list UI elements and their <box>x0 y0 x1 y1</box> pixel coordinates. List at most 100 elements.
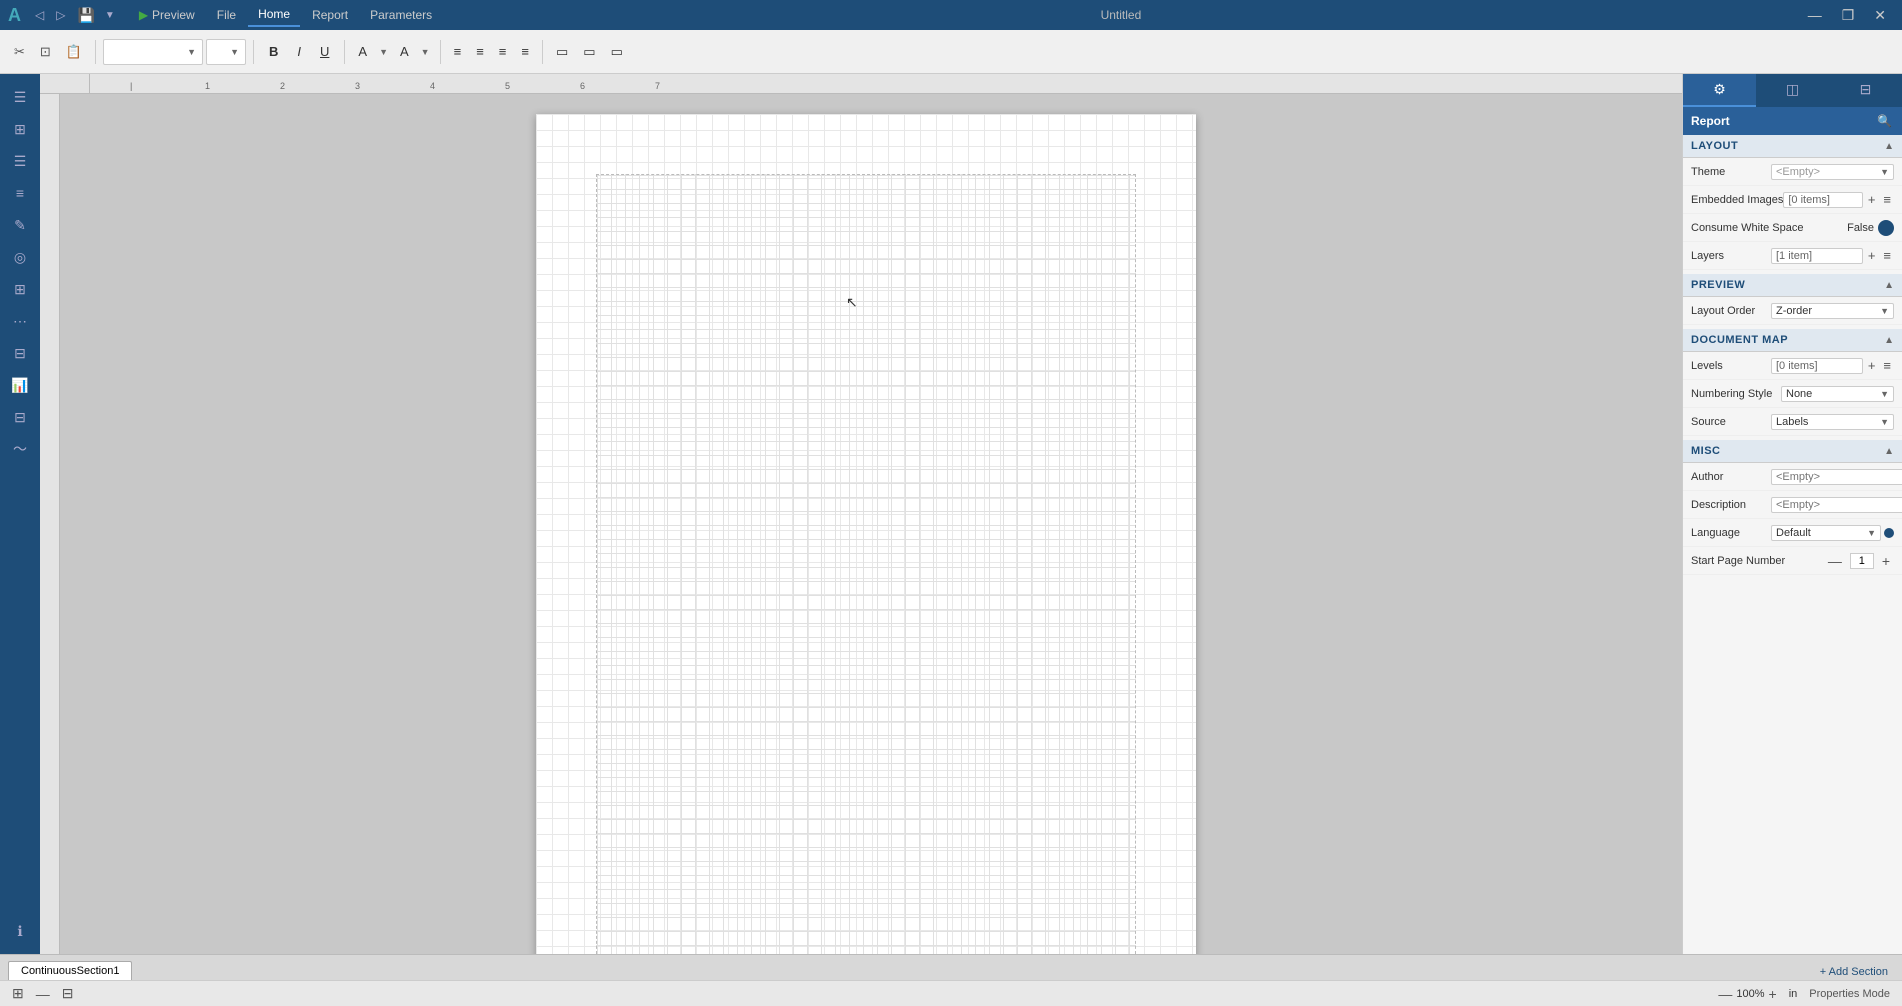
document-map-section-header[interactable]: DOCUMENT MAP ▲ <box>1683 329 1902 352</box>
embedded-images-value[interactable]: [0 items] <box>1783 192 1862 208</box>
embedded-images-add-btn[interactable]: + <box>1865 191 1879 208</box>
cut-btn[interactable]: ✂ <box>8 40 31 64</box>
grid-toggle-btn[interactable]: ⊞ <box>12 985 24 1002</box>
sidebar-dots-icon[interactable]: ⋯ <box>5 306 35 336</box>
consume-whitespace-toggle[interactable] <box>1878 220 1894 236</box>
sidebar-layers-icon[interactable]: ≡ <box>5 178 35 208</box>
align-right-btn[interactable]: ≡ <box>493 40 513 63</box>
language-dropdown[interactable]: Default ▼ <box>1771 525 1881 541</box>
zoom-out-btn[interactable]: — <box>1718 986 1732 1002</box>
align-distribute-btn[interactable]: ⊟ <box>62 985 74 1002</box>
misc-collapse-icon: ▲ <box>1884 446 1894 457</box>
page: ↖ <box>536 114 1196 954</box>
source-label: Source <box>1691 416 1771 428</box>
misc-section-title: MISC <box>1691 445 1721 457</box>
numbering-style-label: Numbering Style <box>1691 388 1781 400</box>
minimize-btn[interactable]: — <box>1800 5 1830 25</box>
language-status-dot <box>1884 528 1894 538</box>
sidebar-pencil-icon[interactable]: ✎ <box>5 210 35 240</box>
panel-content[interactable]: LAYOUT ▲ Theme <Empty> ▼ Embedded Images… <box>1683 135 1902 954</box>
nav-file[interactable]: File <box>207 3 246 27</box>
sidebar-minus-icon[interactable]: ⊟ <box>5 338 35 368</box>
align-left-btn[interactable]: ≡ <box>448 40 468 63</box>
zoom-level: 100% <box>1736 988 1764 1000</box>
highlight-btn[interactable]: A <box>394 40 415 63</box>
font-color-btn[interactable]: A <box>352 40 373 63</box>
layout-section-header[interactable]: LAYOUT ▲ <box>1683 135 1902 158</box>
sidebar-chart-icon[interactable]: 📊 <box>5 370 35 400</box>
start-page-number-label: Start Page Number <box>1691 555 1785 567</box>
misc-section-header[interactable]: MISC ▲ <box>1683 440 1902 463</box>
levels-add-btn[interactable]: + <box>1865 357 1879 374</box>
add-section-btn[interactable]: + Add Section <box>1814 964 1894 980</box>
ruler-mark-2: 2 <box>280 81 285 91</box>
author-input[interactable] <box>1771 469 1902 485</box>
preview-section-header[interactable]: PREVIEW ▲ <box>1683 274 1902 297</box>
layers-menu-btn[interactable]: ≡ <box>1880 247 1894 264</box>
nav-preview[interactable]: ▶ Preview <box>129 3 205 27</box>
save-dropdown-btn[interactable]: ▼ <box>103 8 117 23</box>
embedded-images-menu-btn[interactable]: ≡ <box>1880 191 1894 208</box>
levels-label: Levels <box>1691 360 1771 372</box>
start-page-decrement-btn[interactable]: — <box>1824 552 1846 570</box>
font-size-dropdown[interactable]: ▼ <box>206 39 246 65</box>
sidebar-dashboard-icon[interactable]: ⊞ <box>5 114 35 144</box>
maximize-btn[interactable]: ❐ <box>1834 5 1863 26</box>
panel-tab-data[interactable]: ◫ <box>1756 74 1829 107</box>
underline-btn[interactable]: U <box>312 40 337 63</box>
consume-whitespace-label: Consume White Space <box>1691 222 1804 234</box>
section-tab-1[interactable]: ContinuousSection1 <box>8 961 132 980</box>
document-map-section: DOCUMENT MAP ▲ Levels [0 items] + ≡ Numb… <box>1683 329 1902 436</box>
panel-tab-more[interactable]: ⊟ <box>1829 74 1902 107</box>
zoom-in-btn[interactable]: + <box>1769 986 1777 1002</box>
nav-parameters[interactable]: Parameters <box>360 3 442 27</box>
source-dropdown[interactable]: Labels ▼ <box>1771 414 1894 430</box>
highlight-dropdown[interactable]: ▼ <box>418 43 433 61</box>
border-btn2[interactable]: ▭ <box>577 40 601 64</box>
italic-btn[interactable]: I <box>289 40 309 63</box>
sidebar-bottom-icon[interactable]: ℹ <box>5 916 35 946</box>
start-page-number-row: Start Page Number — 1 + <box>1683 547 1902 575</box>
copy-btn[interactable]: ⊡ <box>34 40 57 64</box>
nav-report[interactable]: Report <box>302 3 358 27</box>
nav-home[interactable]: Home <box>248 3 300 27</box>
properties-mode-btn[interactable]: Properties Mode <box>1809 988 1890 1000</box>
sidebar-list-icon[interactable]: ☰ <box>5 146 35 176</box>
layers-value[interactable]: [1 item] <box>1771 248 1863 264</box>
paste-btn[interactable]: 📋 <box>60 40 88 64</box>
sidebar-menu-icon[interactable]: ☰ <box>5 82 35 112</box>
sidebar-grid-icon[interactable]: ⊞ <box>5 274 35 304</box>
justify-btn[interactable]: ≡ <box>515 40 535 63</box>
numbering-style-dropdown[interactable]: None ▼ <box>1781 386 1894 402</box>
close-btn[interactable]: ✕ <box>1866 5 1894 26</box>
layout-order-dropdown[interactable]: Z-order ▼ <box>1771 303 1894 319</box>
layers-add-btn[interactable]: + <box>1865 247 1879 264</box>
panel-tab-properties[interactable]: ⚙ <box>1683 74 1756 107</box>
border-btn3[interactable]: ▭ <box>605 40 629 64</box>
layout-toggle-btn[interactable]: — <box>36 986 50 1002</box>
bold-btn[interactable]: B <box>261 40 286 63</box>
border-btn1[interactable]: ▭ <box>550 40 574 64</box>
save-btn[interactable]: 💾 <box>73 5 98 26</box>
redo-btn[interactable]: ▷ <box>52 6 69 24</box>
undo-btn[interactable]: ◁ <box>31 6 48 24</box>
description-input[interactable] <box>1771 497 1902 513</box>
sidebar-table-icon[interactable]: ⊟ <box>5 402 35 432</box>
canvas-scroll[interactable]: ↖ <box>40 94 1682 954</box>
ruler-mark-7: 7 <box>655 81 660 91</box>
language-row: Language Default ▼ <box>1683 519 1902 547</box>
levels-menu-btn[interactable]: ≡ <box>1880 357 1894 374</box>
layout-section-title: LAYOUT <box>1691 140 1738 152</box>
font-color-dropdown[interactable]: ▼ <box>376 43 391 61</box>
layout-collapse-icon: ▲ <box>1884 141 1894 152</box>
align-center-btn[interactable]: ≡ <box>470 40 490 63</box>
start-page-increment-btn[interactable]: + <box>1878 552 1894 570</box>
levels-value[interactable]: [0 items] <box>1771 358 1863 374</box>
theme-dropdown[interactable]: <Empty> ▼ <box>1771 164 1894 180</box>
panel-search-btn[interactable]: 🔍 <box>1875 112 1894 130</box>
sidebar-wave-icon[interactable]: 〜 <box>5 434 35 464</box>
report-section[interactable] <box>596 174 1136 954</box>
ruler-mark-4: 4 <box>430 81 435 91</box>
sidebar-target-icon[interactable]: ◎ <box>5 242 35 272</box>
font-family-dropdown[interactable]: ▼ <box>103 39 203 65</box>
